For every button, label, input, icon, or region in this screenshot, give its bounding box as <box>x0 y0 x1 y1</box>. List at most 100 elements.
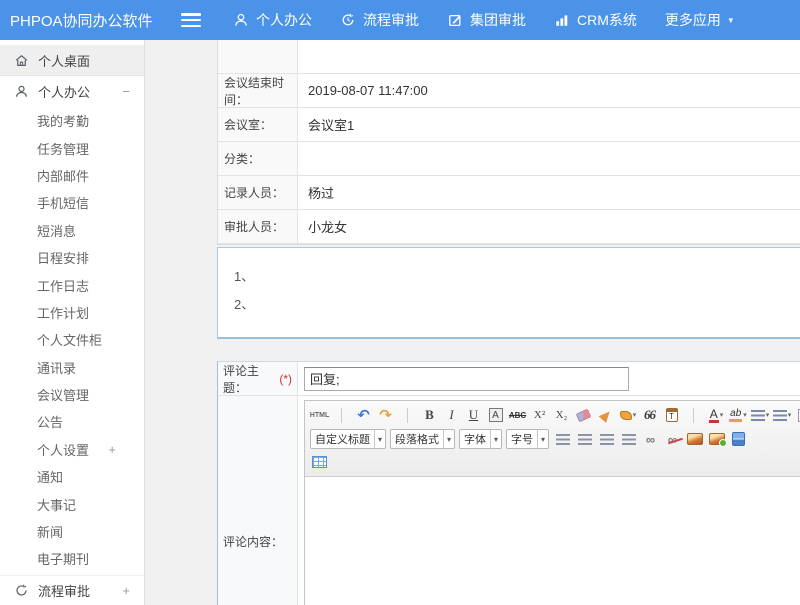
toolbar-separator <box>332 405 352 425</box>
align-center-icon[interactable] <box>575 429 595 449</box>
sidebar-item-label: 流程审批 <box>38 581 90 600</box>
image-manager-icon[interactable] <box>707 429 727 449</box>
ordered-list-icon[interactable]: ▾ <box>750 405 770 425</box>
chevron-down-icon: ▾ <box>490 430 501 448</box>
comment-subject-label: 评论主题： (*) <box>218 362 298 395</box>
sidebar-item-label: 会议管理 <box>37 385 89 404</box>
paste-text-icon[interactable]: T <box>662 405 682 425</box>
html-source-button[interactable]: HTML <box>310 405 330 425</box>
align-justify-icon[interactable] <box>619 429 639 449</box>
underline-icon[interactable]: U <box>464 405 484 425</box>
sidebar-item-attendance[interactable]: 我的考勤 <box>0 107 144 134</box>
hamburger-menu-icon[interactable] <box>181 13 201 27</box>
nav-more-apps[interactable]: 更多应用 ▼ <box>651 0 749 40</box>
collapse-icon[interactable]: − <box>122 84 130 99</box>
toolbar-separator <box>684 405 704 425</box>
editor-toolbar-row2: 自定义标题 ▾ 段落格式 ▾ 字体 ▾ 字号 <box>309 427 800 451</box>
sidebar-item-label: 通讯录 <box>37 358 76 377</box>
bold-icon[interactable]: B <box>420 405 440 425</box>
paragraph-format-select[interactable]: 段落格式 ▾ <box>390 429 455 449</box>
comment-content-row: 评论内容： HTML ↶ <box>218 396 800 605</box>
unordered-list-icon[interactable]: ▾ <box>772 405 792 425</box>
meeting-info-table: 会议结束时间： 2019-08-07 11:47:00 会议室： 会议室1 分类… <box>217 40 800 245</box>
editor-toolbar-row1: HTML ↶ ↷ <box>309 403 800 427</box>
font-name-icon[interactable]: A <box>486 405 506 425</box>
minutes-line: 2、 <box>234 291 800 319</box>
editor-content-area[interactable] <box>305 477 800 605</box>
subscript-icon[interactable]: X₂ <box>552 405 572 425</box>
expand-icon[interactable]: + <box>122 583 130 598</box>
strikethrough-icon[interactable]: ABC <box>508 405 528 425</box>
sidebar-item-sms[interactable]: 手机短信 <box>0 189 144 216</box>
home-icon <box>14 53 29 68</box>
sidebar: 个人桌面 个人办公 − 我的考勤 任务管理 内部邮件 手机短信 短消息 日程安排 <box>0 40 145 605</box>
comment-content-cell: HTML ↶ ↷ <box>298 396 800 605</box>
nav-label: 个人办公 <box>256 10 312 30</box>
new-page-icon[interactable] <box>794 405 800 425</box>
required-mark: (*) <box>279 372 292 386</box>
field-value: 2019-08-07 11:47:00 <box>298 74 800 107</box>
sidebar-item-meeting-management[interactable]: 会议管理 <box>0 381 144 408</box>
sidebar-item-workflow-approval[interactable]: 流程审批 + <box>0 575 144 605</box>
sidebar-item-work-log[interactable]: 工作日志 <box>0 271 144 298</box>
sidebar-item-news[interactable]: 新闻 <box>0 518 144 545</box>
form-row-category: 分类： <box>218 142 800 176</box>
sidebar-item-task-management[interactable]: 任务管理 <box>0 134 144 161</box>
unlink-icon[interactable]: ∞ <box>663 429 683 449</box>
sidebar-item-short-message[interactable]: 短消息 <box>0 217 144 244</box>
nav-workflow-approval[interactable]: 流程审批 <box>326 0 433 40</box>
nav-label: 更多应用 <box>665 10 721 30</box>
font-size-select[interactable]: 字号 ▾ <box>506 429 549 449</box>
sidebar-item-e-journal[interactable]: 电子期刊 <box>0 545 144 572</box>
table-icon[interactable] <box>310 452 330 472</box>
color-palette-icon[interactable]: ▾ <box>618 405 638 425</box>
bar-chart-icon <box>554 12 570 28</box>
sidebar-item-label: 通知 <box>37 467 63 486</box>
sidebar-item-personal-settings[interactable]: 个人设置 + <box>0 436 144 463</box>
sidebar-item-label: 手机短信 <box>37 193 89 212</box>
comment-subject-input[interactable] <box>304 367 629 391</box>
redo-icon[interactable]: ↷ <box>376 405 396 425</box>
nav-personal-office[interactable]: 个人办公 <box>219 0 326 40</box>
nav-label: 流程审批 <box>363 10 419 30</box>
sidebar-item-major-events[interactable]: 大事记 <box>0 490 144 517</box>
history-icon <box>340 12 356 28</box>
sidebar-item-personal-desktop[interactable]: 个人桌面 <box>0 45 144 76</box>
font-family-select[interactable]: 字体 ▾ <box>459 429 502 449</box>
font-color-icon[interactable]: A ▾ <box>706 405 726 425</box>
undo-icon[interactable]: ↶ <box>354 405 374 425</box>
sidebar-item-schedule[interactable]: 日程安排 <box>0 244 144 271</box>
field-value: 会议室1 <box>298 108 800 141</box>
sidebar-item-contacts[interactable]: 通讯录 <box>0 354 144 381</box>
blockquote-icon[interactable]: 66 <box>640 405 660 425</box>
history-icon <box>14 583 29 598</box>
align-left-icon[interactable] <box>553 429 573 449</box>
nav-group-approval[interactable]: 集团审批 <box>433 0 540 40</box>
align-right-icon[interactable] <box>597 429 617 449</box>
italic-icon[interactable]: I <box>442 405 462 425</box>
superscript-icon[interactable]: X² <box>530 405 550 425</box>
form-row-recorder: 记录人员： 杨过 <box>218 176 800 210</box>
sidebar-item-personal-office[interactable]: 个人办公 − <box>0 76 144 107</box>
sidebar-item-label: 公告 <box>37 412 63 431</box>
sidebar-item-notification[interactable]: 通知 <box>0 463 144 490</box>
link-icon[interactable]: ∞ <box>641 429 661 449</box>
comment-subject-row: 评论主题： (*) <box>218 362 800 396</box>
image-icon[interactable] <box>685 429 705 449</box>
user-icon <box>233 12 249 28</box>
nav-crm-system[interactable]: CRM系统 <box>540 0 651 40</box>
nav-label: 集团审批 <box>470 10 526 30</box>
media-icon[interactable] <box>729 429 749 449</box>
user-icon <box>14 84 29 99</box>
sidebar-item-work-plan[interactable]: 工作计划 <box>0 299 144 326</box>
format-brush-icon[interactable] <box>596 405 616 425</box>
chevron-down-icon: ▼ <box>727 16 735 25</box>
sidebar-item-personal-files[interactable]: 个人文件柜 <box>0 326 144 353</box>
sidebar-item-announcement[interactable]: 公告 <box>0 408 144 435</box>
sidebar-item-internal-mail[interactable]: 内部邮件 <box>0 162 144 189</box>
expand-icon: + <box>108 442 116 457</box>
field-label <box>218 40 298 73</box>
highlight-color-icon[interactable]: ab ▾ <box>728 405 748 425</box>
custom-heading-select[interactable]: 自定义标题 ▾ <box>310 429 386 449</box>
remove-format-icon[interactable] <box>574 405 594 425</box>
